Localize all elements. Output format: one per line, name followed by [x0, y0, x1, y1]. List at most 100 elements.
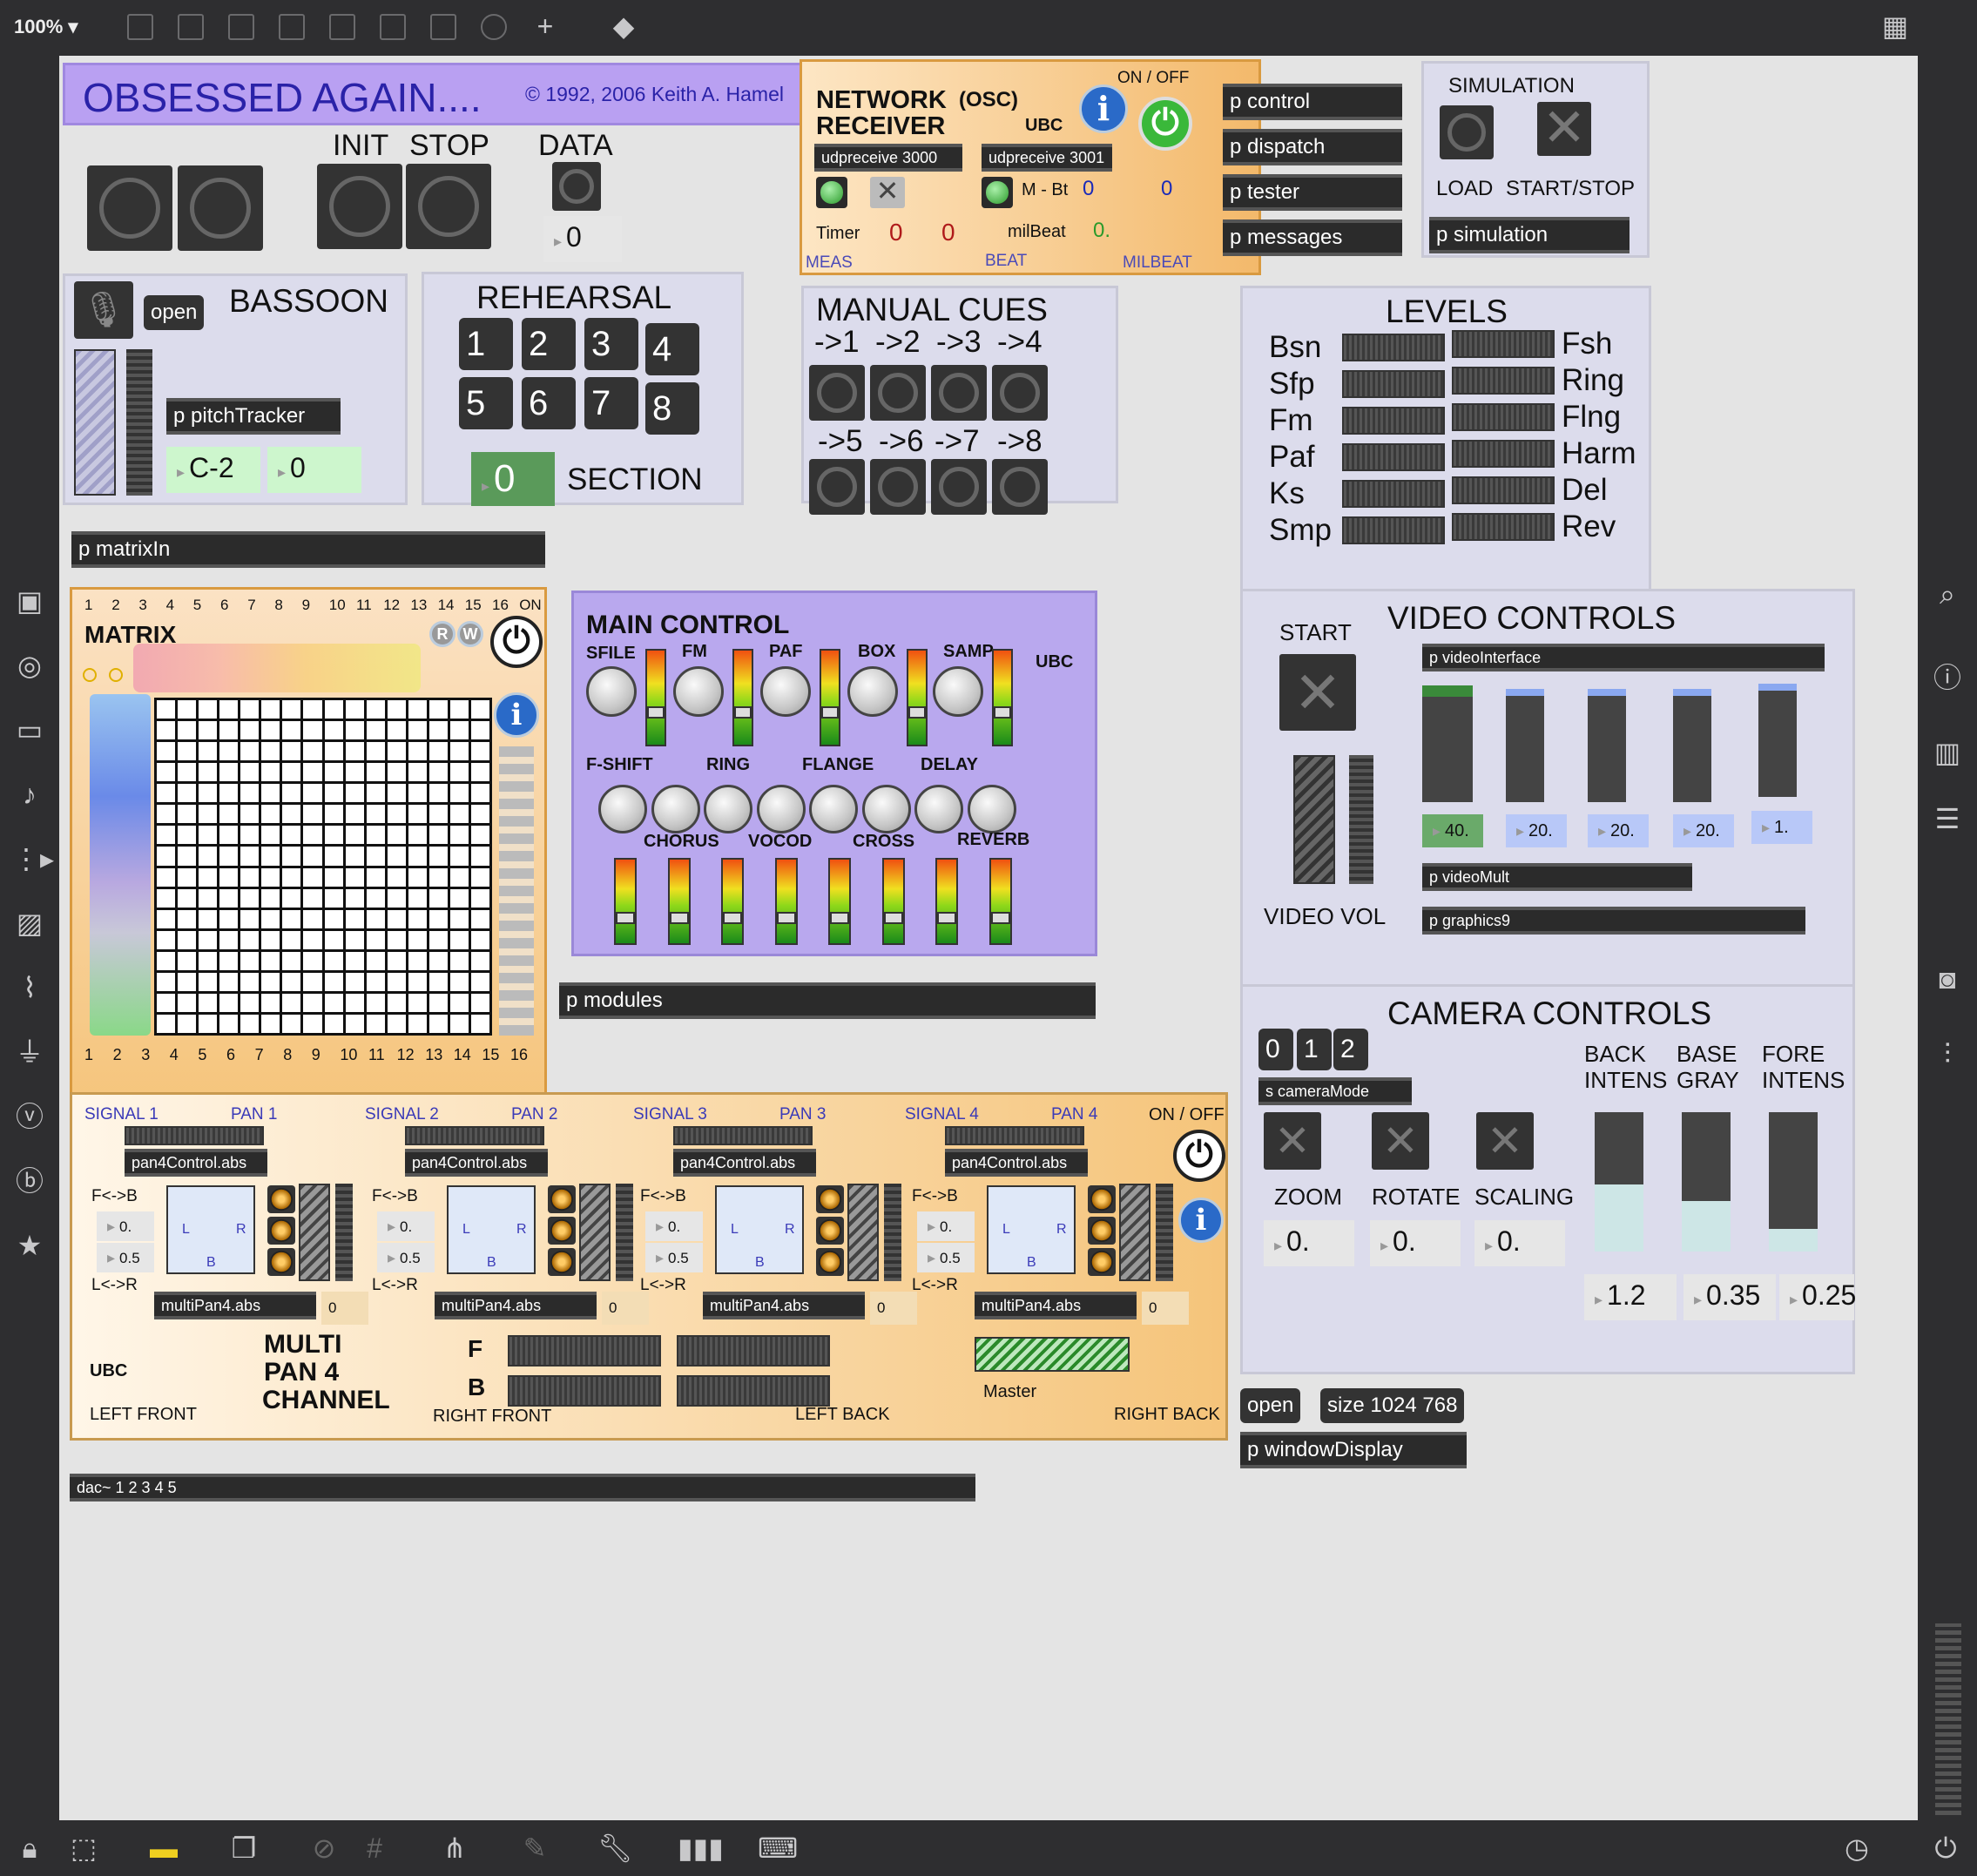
matrix-cell[interactable] — [324, 909, 343, 928]
matrix-cell[interactable] — [219, 805, 239, 824]
matrix-cell[interactable] — [282, 784, 301, 803]
matrix-input-sliders[interactable] — [90, 694, 151, 1036]
matrix-cell[interactable] — [199, 721, 218, 740]
matrix-cell[interactable] — [178, 951, 197, 970]
matrix-cell[interactable] — [324, 972, 343, 991]
matrix-cell[interactable] — [282, 909, 301, 928]
plug-icon[interactable]: ⏚ — [12, 1036, 47, 1068]
matrix-cell[interactable] — [470, 826, 489, 845]
matrix-cell[interactable] — [366, 867, 385, 887]
matrix-cell[interactable] — [449, 951, 469, 970]
matrix-cell[interactable] — [261, 888, 280, 908]
matrix-cell[interactable] — [366, 721, 385, 740]
hierarchy-icon[interactable]: ⋔ — [437, 1832, 472, 1864]
signal-meter[interactable] — [125, 1126, 264, 1145]
matrix-cell[interactable] — [178, 930, 197, 949]
matrix-cell[interactable] — [428, 700, 448, 719]
matrix-cell[interactable] — [449, 993, 469, 1012]
back-left-meter[interactable] — [508, 1375, 661, 1407]
matrix-cell[interactable] — [219, 909, 239, 928]
matrix-cell[interactable] — [345, 763, 364, 782]
matrix-cell[interactable] — [449, 909, 469, 928]
multipan4-object[interactable]: multiPan4.abs — [154, 1292, 316, 1319]
bassoon-gain-slider[interactable] — [74, 349, 116, 496]
matrix-cell[interactable] — [366, 1014, 385, 1033]
matrix-power-icon[interactable]: ⏻ — [490, 616, 543, 668]
matrix-cell[interactable] — [240, 888, 260, 908]
cue-bang-7[interactable] — [931, 459, 987, 515]
level-meter-paf[interactable] — [1342, 443, 1445, 471]
matrix-cell[interactable] — [366, 805, 385, 824]
matrix-cell[interactable] — [157, 930, 176, 949]
matrix-info-icon[interactable]: i — [494, 692, 539, 738]
matrix-cell[interactable] — [240, 826, 260, 845]
matrix-cell[interactable] — [240, 784, 260, 803]
cube-icon[interactable]: ▣ — [12, 585, 47, 617]
matrix-cell[interactable] — [219, 993, 239, 1012]
matrix-cell[interactable] — [345, 847, 364, 866]
pan-output-number[interactable]: 0 — [870, 1292, 917, 1325]
effect-knob[interactable] — [967, 785, 1016, 833]
init-button[interactable] — [317, 164, 402, 249]
debug-icon[interactable]: ✎ — [517, 1832, 552, 1864]
paperclip-icon[interactable]: ⌇ — [12, 972, 47, 1003]
matrix-cell[interactable] — [449, 742, 469, 761]
meas-led[interactable] — [816, 177, 847, 208]
matrix-cell[interactable] — [345, 888, 364, 908]
matrix-cell[interactable] — [324, 784, 343, 803]
new-message-icon[interactable] — [178, 14, 204, 40]
matrix-cell[interactable] — [387, 847, 406, 866]
level-meter-ks[interactable] — [1342, 480, 1445, 508]
matrix-cell[interactable] — [240, 930, 260, 949]
fore-intens-number[interactable]: 0.25 — [1779, 1274, 1856, 1320]
matrix-cell[interactable] — [324, 805, 343, 824]
udpreceive-3001[interactable]: udpreceive 3001 — [982, 144, 1112, 172]
matrix-cell[interactable] — [408, 700, 427, 719]
zoom-selector[interactable]: 100% ▾ — [14, 16, 78, 38]
matrix-cell[interactable] — [282, 951, 301, 970]
meter-thumb[interactable] — [616, 912, 635, 924]
pan-power-icon[interactable]: ⏻ — [1173, 1130, 1225, 1182]
video-start-toggle[interactable]: ✕ — [1279, 654, 1356, 731]
matrix-cell[interactable] — [324, 888, 343, 908]
matrix-cell[interactable] — [449, 847, 469, 866]
scaling-toggle[interactable]: ✕ — [1476, 1112, 1534, 1170]
video-slider-1[interactable] — [1422, 685, 1473, 802]
matrix-cell[interactable] — [303, 888, 322, 908]
matrix-cell[interactable] — [282, 700, 301, 719]
matrix-cell[interactable] — [449, 700, 469, 719]
level-meter-ring[interactable] — [1452, 367, 1555, 395]
matrix-cell[interactable] — [199, 784, 218, 803]
matrix-cell[interactable] — [345, 721, 364, 740]
multipan4-object[interactable]: multiPan4.abs — [975, 1292, 1137, 1319]
b-icon[interactable]: ⓑ — [12, 1165, 47, 1197]
pan-xy-pad[interactable]: L R B — [447, 1185, 536, 1274]
video-vol-slider[interactable] — [1293, 755, 1335, 884]
level-meter-flng[interactable] — [1452, 403, 1555, 431]
rehearsal-3[interactable]: 3 — [584, 318, 638, 370]
matrix-cell[interactable] — [178, 888, 197, 908]
channel-gain-slider[interactable] — [847, 1184, 879, 1281]
pan-output-number[interactable]: 0 — [321, 1292, 368, 1325]
matrix-cell[interactable] — [282, 993, 301, 1012]
rotate-toggle[interactable]: ✕ — [1372, 1112, 1429, 1170]
matrix-cell[interactable] — [366, 826, 385, 845]
cue-bang-8[interactable] — [992, 459, 1048, 515]
matrix-cell[interactable] — [449, 721, 469, 740]
matrix-cell[interactable] — [324, 721, 343, 740]
matrix-cell[interactable] — [387, 763, 406, 782]
matrix-cell[interactable] — [157, 888, 176, 908]
matrix-cell[interactable] — [428, 951, 448, 970]
matrix-cell[interactable] — [387, 888, 406, 908]
module-knob[interactable] — [760, 666, 811, 717]
s-cameramode[interactable]: s cameraMode — [1258, 1077, 1412, 1105]
matrix-cell[interactable] — [366, 888, 385, 908]
matrix-cell[interactable] — [366, 742, 385, 761]
star-icon[interactable]: ★ — [12, 1230, 47, 1261]
effect-meter[interactable] — [667, 858, 691, 945]
p-pitchtracker[interactable]: p pitchTracker — [166, 398, 341, 435]
video-slider-3[interactable] — [1588, 689, 1626, 802]
matrix-cell[interactable] — [219, 1014, 239, 1033]
bang-icon[interactable] — [329, 14, 355, 40]
matrix-cell[interactable] — [449, 1014, 469, 1033]
